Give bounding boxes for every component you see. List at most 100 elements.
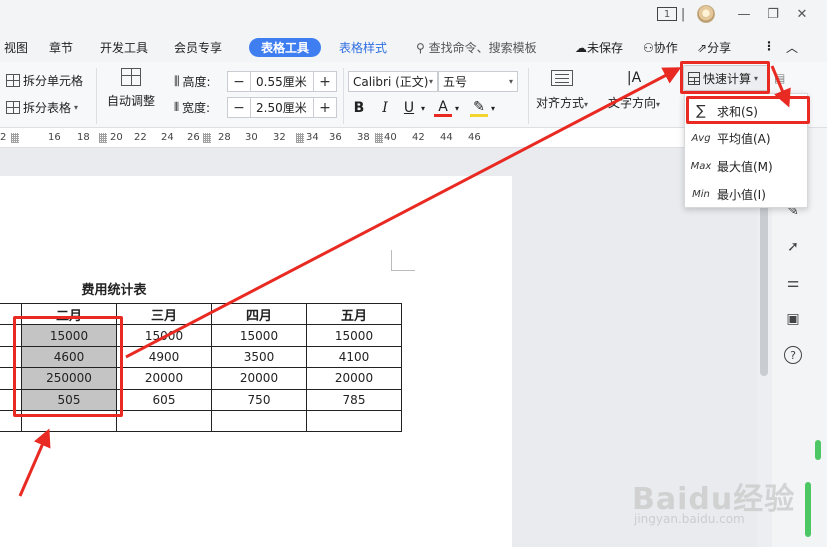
divider [343,68,344,124]
width-input[interactable]: 2.50厘米 [250,98,314,117]
font-size-select[interactable]: 五号 ▾ [438,71,518,92]
table-cell[interactable]: 20000 [306,367,402,390]
table-cell[interactable]: 3500 [211,345,307,369]
align-icon [551,70,574,86]
table-header-cell[interactable]: 五月 [306,302,402,326]
table-cell[interactable]: 785 [306,388,402,411]
width-increase-button[interactable]: + [314,98,336,117]
table-cell[interactable]: 4900 [116,345,212,369]
annotation-box-sum [686,96,810,124]
height-increase-button[interactable]: + [314,72,336,91]
font-name-select[interactable]: Calibri (正文) ▾ [348,71,438,92]
menu-item-min[interactable]: Min 最小值(I) [685,181,809,207]
col-width-icon: ⫴ [174,100,180,114]
menu-member[interactable]: 会员专享 [174,39,222,56]
height-input[interactable]: 0.55厘米 [250,72,314,91]
share-button[interactable]: ⇗分享 [697,39,731,56]
text-direction-label-wrap: 文字方向▾ [608,96,661,110]
ruler-tick: 26 [187,132,200,143]
menu-item-max[interactable]: Max 最大值(M) [685,153,809,179]
underline-button[interactable]: U [400,98,418,118]
table-header-cell[interactable]: 四月 [211,302,307,326]
table-cell[interactable] [211,409,307,433]
height-stepper[interactable]: − 0.55厘米 + [227,71,337,92]
ruler-marker[interactable] [99,133,107,143]
auto-adjust-button[interactable]: 自动调整 [104,68,158,109]
chevron-down-icon[interactable]: ▾ [418,98,428,118]
font-color-button[interactable]: A [434,99,452,117]
annotation-box-quick-calc [680,61,770,94]
table-cell[interactable]: 750 [211,388,307,411]
command-search[interactable]: ⚲ 查找命令、搜索模板 [416,39,537,56]
restore-icon[interactable]: ❐ [765,4,781,24]
search-icon: ⚲ [416,41,425,55]
menu-view[interactable]: 视图 [4,39,28,56]
person-icon: ⚇ [643,41,654,55]
ruler-tick: 22 [134,132,147,143]
chevron-down-icon[interactable]: ▾ [452,98,462,118]
chevron-down-icon[interactable]: ▾ [488,98,498,118]
bold-button[interactable]: B [350,98,368,118]
tab-table-style[interactable]: 表格样式 [339,39,387,56]
highlight-icon[interactable]: ✎ [470,99,488,117]
ruler-tick: 20 [110,132,123,143]
ruler-marker[interactable] [296,133,304,143]
divider-icon: | [680,6,686,22]
split-table-icon [6,101,20,114]
ruler-marker[interactable] [203,133,211,143]
width-decrease-button[interactable]: − [228,98,250,117]
split-table-label: 拆分表格 [23,101,72,115]
unsaved-button[interactable]: ☁未保存 [575,39,623,56]
table-title[interactable]: 费用统计表 [64,279,164,298]
table-cell[interactable]: 605 [116,388,212,411]
menu-item-label: 最小值(I) [717,187,766,202]
tab-table-tools[interactable]: 表格工具 [249,38,321,57]
menu-item-average[interactable]: Avg 平均值(A) [685,125,809,151]
divider [528,68,529,124]
table-cell[interactable]: 4100 [306,345,402,369]
page-indicator[interactable]: 1 [657,4,677,24]
menu-developer[interactable]: 开发工具 [100,39,148,56]
unsaved-label: 未保存 [587,41,624,55]
table-cell[interactable]: 15000 [211,324,307,347]
more-icon[interactable]: ⋮ [763,39,775,53]
page-indicator-label: 1 [657,7,677,21]
collab-label: 协作 [653,41,678,55]
more-ribbon-icon[interactable]: ▤ [774,71,785,85]
table-cell[interactable]: 20000 [116,367,212,390]
annotation-box-selected-column [13,316,123,417]
table-cell[interactable]: 15000 [116,324,212,347]
table-cell[interactable]: 20000 [211,367,307,390]
height-decrease-button[interactable]: − [228,72,250,91]
user-avatar[interactable] [697,4,715,24]
cursor-icon[interactable]: ➚ [784,238,802,256]
ruler-marker[interactable] [11,133,19,143]
menu-item-label: 最大值(M) [717,159,773,174]
split-table-button[interactable]: 拆分表格 ▾ [6,99,78,116]
table-cell[interactable]: 15000 [306,324,402,347]
chevron-down-icon: ▾ [74,103,79,112]
table-cell[interactable] [306,409,402,433]
ruler[interactable]: 2 16 18 20 22 24 26 28 30 32 34 36 38 40… [0,128,757,148]
minimize-icon[interactable]: — [736,4,752,24]
image-tool-icon[interactable]: ▣ [784,310,802,328]
menu-section[interactable]: 章节 [49,39,73,56]
width-stepper[interactable]: − 2.50厘米 + [227,97,337,118]
italic-button[interactable]: I [376,98,394,118]
command-search-label: 查找命令、搜索模板 [428,41,537,55]
text-direction-button[interactable]: |A 文字方向▾ [608,70,660,111]
collab-button[interactable]: ⚇协作 [643,39,678,56]
table-header-cell[interactable]: 三月 [116,302,212,326]
align-label-wrap: 对齐方式▾ [536,96,589,110]
collapse-ribbon-icon[interactable]: ︿ [786,39,798,56]
close-icon[interactable]: ✕ [794,4,810,24]
help-icon[interactable]: ? [784,346,802,364]
ruler-marker[interactable] [375,133,383,143]
table-cell[interactable] [116,409,212,433]
align-button[interactable]: 对齐方式▾ [536,70,588,111]
split-cells-label: 拆分单元格 [23,74,84,88]
split-cells-button[interactable]: 拆分单元格 [6,72,83,89]
settings-slider-icon[interactable]: ⚌ [784,274,802,292]
ruler-tick: 40 [384,132,397,143]
width-label-group: ⫴ 宽度: [174,99,210,116]
